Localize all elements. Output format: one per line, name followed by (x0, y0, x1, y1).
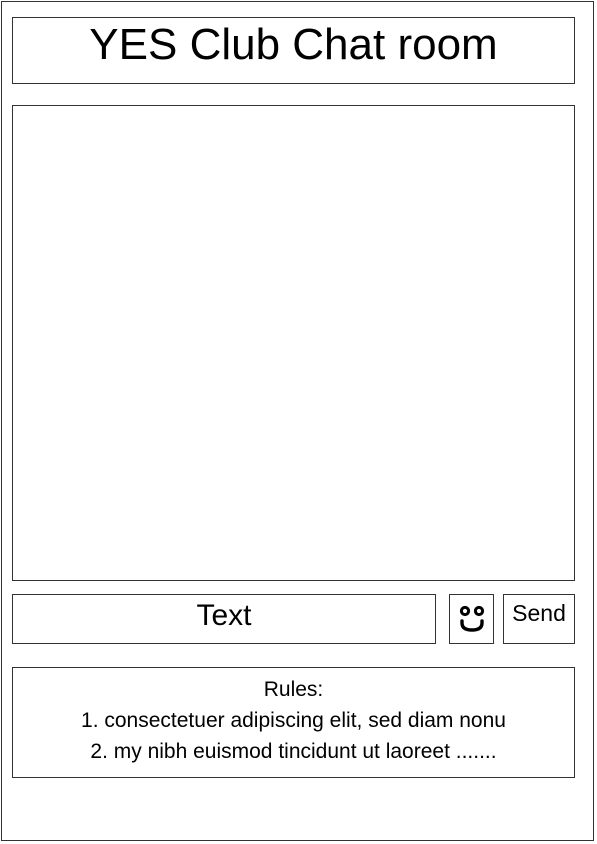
smiley-face-icon (459, 605, 484, 632)
send-button[interactable]: Send (503, 594, 575, 644)
rules-item: 2. my nibh euismod tincidunt ut laoreet … (90, 740, 497, 763)
rules-panel: Rules: 1. consectetuer adipiscing elit, … (12, 667, 575, 778)
page-title: YES Club Chat room (89, 19, 498, 69)
rules-item: 1. consectetuer adipiscing elit, sed dia… (81, 709, 506, 732)
chat-message-area[interactable] (12, 105, 575, 581)
message-input-text: Text (196, 599, 252, 632)
emoji-button[interactable] (449, 594, 494, 644)
header: YES Club Chat room (12, 17, 575, 84)
message-input[interactable]: Text (12, 594, 436, 644)
send-button-label: Send (512, 600, 566, 626)
rules-heading: Rules: (263, 678, 324, 701)
